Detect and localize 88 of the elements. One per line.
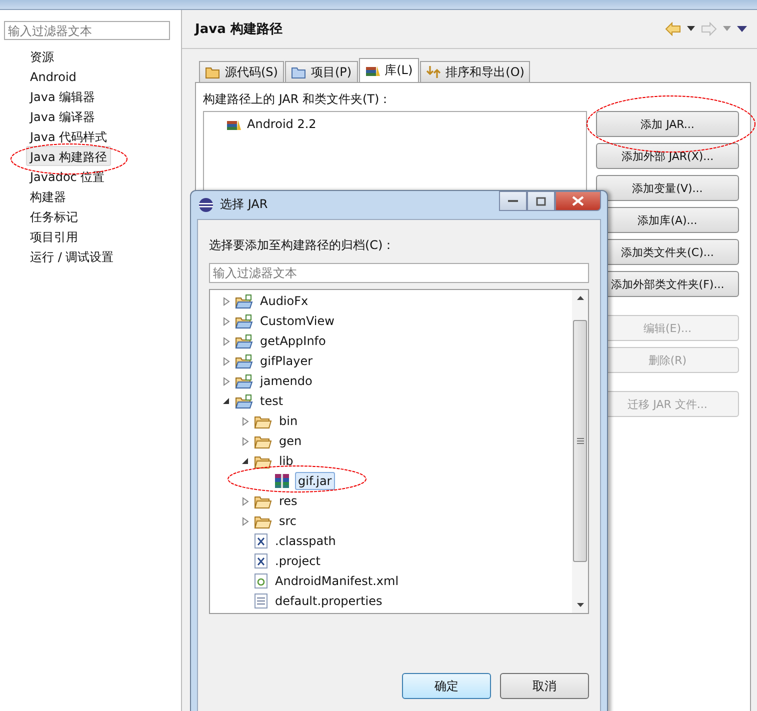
tree-item[interactable]: getAppInfo <box>257 332 329 350</box>
minimize-icon <box>508 199 518 203</box>
sidebar-item[interactable]: Java 编译器 <box>26 106 100 126</box>
dialog-button[interactable]: 确定 <box>402 673 491 699</box>
folder-icon <box>254 414 272 428</box>
expand-arrow-icon[interactable] <box>242 516 249 526</box>
action-button[interactable]: 添加变量(V)... <box>596 175 739 201</box>
sidebar-item[interactable]: Java 编辑器 <box>26 86 100 106</box>
maximize-button[interactable] <box>527 191 555 211</box>
tree-item[interactable]: .classpath <box>272 532 339 550</box>
collapse-arrow-icon[interactable] <box>223 398 230 404</box>
project-folder-icon <box>235 334 253 348</box>
tree-item[interactable]: gifPlayer <box>257 352 316 370</box>
dialog-title: 选择 JAR <box>220 196 268 213</box>
caret-icon[interactable] <box>687 26 695 32</box>
project-folder-icon <box>235 314 253 328</box>
sidebar-item[interactable]: Android <box>26 66 80 86</box>
list-label: 构建路径上的 JAR 和类文件夹(T)： <box>203 91 392 107</box>
expand-arrow-icon[interactable] <box>242 416 249 426</box>
sidebar-item[interactable]: 项目引用 <box>26 226 82 246</box>
tab[interactable]: 项目(P) <box>284 61 358 82</box>
tree-item[interactable]: AndroidManifest.xml <box>272 572 402 590</box>
eclipse-logo-icon <box>198 196 214 212</box>
tab[interactable]: 源代码(S) <box>199 61 284 82</box>
project-folder-icon <box>235 374 253 388</box>
manifest-file-icon <box>254 573 268 589</box>
up-down-arrows-icon <box>426 65 442 79</box>
close-icon <box>572 196 584 206</box>
expand-arrow-icon[interactable] <box>242 496 249 506</box>
tree-item[interactable]: src <box>276 512 300 530</box>
sidebar-item[interactable]: Java 代码样式 <box>26 126 112 146</box>
tree-item[interactable]: gif.jar <box>295 472 335 490</box>
tab[interactable]: 排序和导出(O) <box>420 61 530 82</box>
sidebar-item[interactable]: 运行 / 调试设置 <box>26 246 118 266</box>
filter-field[interactable]: 输入过滤器文本 <box>4 21 170 40</box>
minimize-button[interactable] <box>499 191 527 211</box>
expand-arrow-icon[interactable] <box>223 316 230 326</box>
scrollbar-thumb[interactable] <box>573 320 587 562</box>
tree-item[interactable]: jamendo <box>257 372 316 390</box>
sidebar-item[interactable]: 资源 <box>26 46 58 66</box>
tree-item[interactable]: .project <box>272 552 324 570</box>
tree-item[interactable]: gen <box>276 432 305 450</box>
sidebar-item[interactable]: Javadoc 位置 <box>26 166 109 186</box>
expand-arrow-icon[interactable] <box>223 336 230 346</box>
folder-icon <box>254 514 272 528</box>
text-file-icon <box>254 593 268 609</box>
dialog-button[interactable]: 取消 <box>500 673 589 699</box>
xml-file-icon <box>254 533 268 549</box>
tree-item[interactable]: lib <box>276 452 296 470</box>
filter-field[interactable]: 输入过滤器文本 <box>209 263 589 283</box>
back-arrow-icon[interactable] <box>665 22 681 36</box>
library-name: Android 2.2 <box>247 117 316 131</box>
tree-item[interactable]: CustomView <box>257 312 338 330</box>
tree-item[interactable]: test <box>257 392 286 410</box>
project-folder-icon <box>235 394 253 408</box>
tree-item[interactable]: res <box>276 492 300 510</box>
maximize-icon <box>536 196 546 206</box>
folder-icon <box>290 65 307 79</box>
scroll-down-icon[interactable] <box>576 603 584 607</box>
expand-arrow-icon[interactable] <box>223 376 230 386</box>
grip-icon <box>576 438 584 444</box>
collapse-arrow-icon[interactable] <box>242 458 249 464</box>
library-entry[interactable]: Android 2.2 <box>226 115 316 133</box>
sidebar-item[interactable]: 构建器 <box>26 186 70 206</box>
project-folder-icon <box>235 294 253 308</box>
tab[interactable]: 库(L) <box>358 58 419 82</box>
folder-icon <box>254 434 272 448</box>
sidebar-item[interactable]: 任务标记 <box>26 206 82 226</box>
action-button[interactable]: 添加外部 JAR(X)... <box>596 143 739 169</box>
tree-item[interactable]: bin <box>276 412 301 430</box>
archive-icon <box>273 473 291 489</box>
close-button[interactable] <box>555 191 601 211</box>
sidebar-item[interactable]: Java 构建路径 <box>26 146 112 166</box>
tree-item[interactable]: AudioFx <box>257 292 312 310</box>
expand-arrow-icon[interactable] <box>242 436 249 446</box>
xml-file-icon <box>254 553 268 569</box>
folder-icon <box>254 454 272 468</box>
folder-icon <box>205 65 221 79</box>
page-title: Java 构建路径 <box>195 21 282 38</box>
expand-arrow-icon[interactable] <box>223 356 230 366</box>
action-button[interactable]: 添加 JAR... <box>596 111 739 137</box>
dialog-prompt: 选择要添加至构建路径的归档(C)： <box>209 237 396 253</box>
scroll-up-icon[interactable] <box>576 296 584 300</box>
project-folder-icon <box>235 354 253 368</box>
folder-icon <box>254 494 272 508</box>
menu-caret-icon[interactable] <box>737 26 747 32</box>
expand-arrow-icon[interactable] <box>223 296 230 306</box>
tree-item[interactable]: default.properties <box>272 592 386 610</box>
